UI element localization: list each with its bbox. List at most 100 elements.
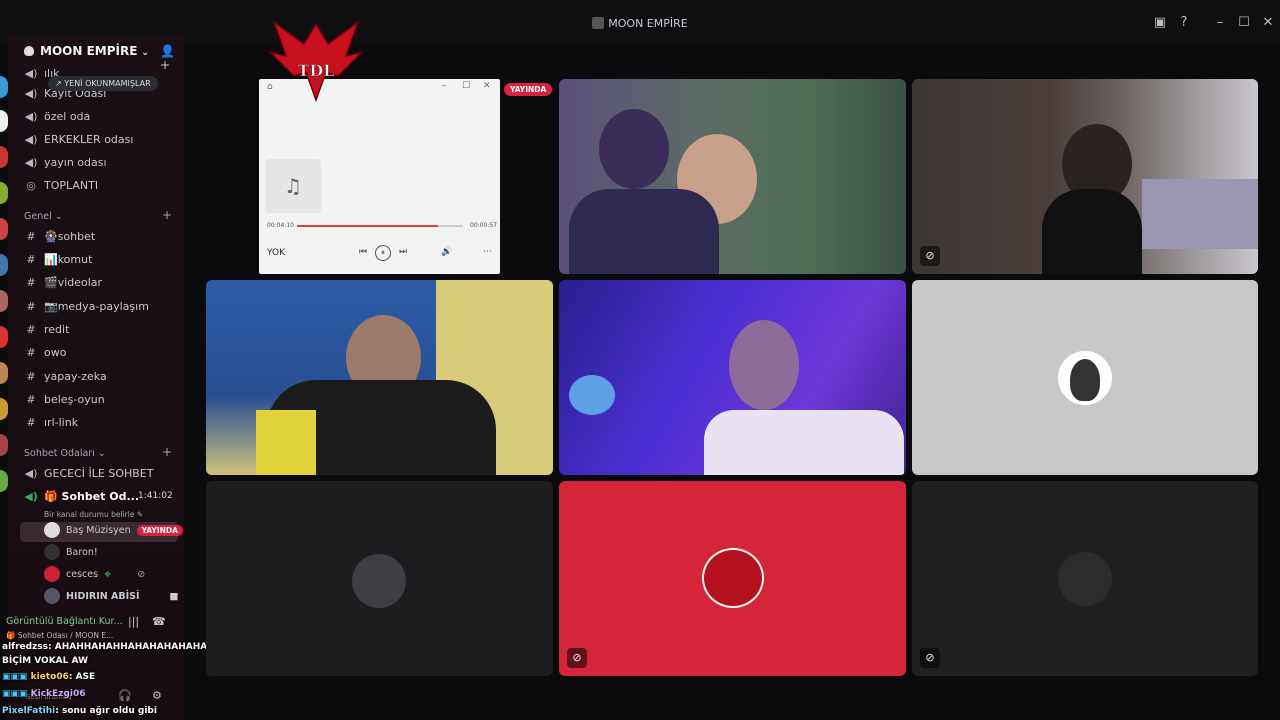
badge-icon: ❖	[104, 569, 112, 579]
server-icon[interactable]	[0, 76, 8, 98]
voice-icon: ◀)	[24, 155, 38, 169]
server-icon[interactable]	[0, 146, 8, 168]
hash-icon: #	[26, 299, 36, 313]
server-rail	[0, 46, 8, 656]
server-icon[interactable]	[0, 254, 8, 276]
channel-yapay-zeka[interactable]: # yapay-zeka	[24, 367, 106, 385]
participant-video	[569, 375, 615, 415]
channel-yayin-odasi[interactable]: ◀) yayın odası	[24, 153, 107, 171]
volume-icon[interactable]: 🔊	[441, 247, 452, 257]
stage-icon: ◎	[26, 178, 36, 192]
chat-line: ▣▣▣ kieto06: ASE	[2, 672, 96, 682]
player-minimize-button[interactable]: –	[442, 81, 447, 91]
server-icon[interactable]	[0, 182, 8, 204]
chat-line: BİÇİM VOKAL AW	[2, 656, 89, 666]
more-icon[interactable]: ⋯	[483, 247, 492, 257]
member-hidirin-abisi[interactable]: HIDIRIN ABİSİ ■	[44, 588, 179, 604]
channel-beles-oyun[interactable]: # beleş-oyun	[24, 390, 104, 408]
member-bas-muzisyen[interactable]: Baş Müzisyen YAYINDA	[44, 522, 183, 538]
window-title: MOON EMPİRE	[0, 17, 1280, 30]
server-icon[interactable]	[0, 218, 8, 240]
participant-video	[1142, 179, 1258, 249]
channel-ozel-oda[interactable]: ◀) özel oda	[24, 107, 91, 125]
channel-gececi-ile-sohbet[interactable]: ◀) GECECİ İLE SOHBET	[24, 464, 154, 482]
video-tile[interactable]	[206, 280, 553, 475]
hash-icon: #	[26, 252, 36, 266]
channel-redit[interactable]: # redit	[24, 320, 69, 338]
headphones-icon[interactable]: 🎧	[118, 686, 132, 704]
server-header[interactable]: MOON EMPİRE ⌄	[24, 44, 149, 58]
channel-toplanti[interactable]: ◎ TOPLANTI	[24, 176, 98, 194]
avatar	[44, 522, 60, 538]
close-button[interactable]: ✕	[1258, 15, 1278, 30]
add-channel-icon[interactable]: +	[162, 445, 172, 459]
svg-text:TDL: TDL	[297, 61, 334, 80]
hash-icon: #	[26, 415, 36, 429]
next-icon[interactable]: ⏭	[399, 247, 407, 257]
player-close-button[interactable]: ✕	[483, 81, 491, 91]
channel-sohbet-odasi[interactable]: ◀) 🎁 Sohbet Od...	[24, 487, 139, 505]
voice-icon: ◀)	[24, 86, 38, 100]
avatar	[44, 588, 60, 604]
server-icon[interactable]	[0, 290, 8, 312]
avatar	[702, 548, 764, 608]
member-cesces[interactable]: cesces ❖ ⊘	[44, 566, 145, 582]
add-channel-icon[interactable]: +	[162, 208, 172, 222]
server-icon[interactable]	[0, 110, 8, 132]
category-sohbet-odalari[interactable]: Sohbet Odaları ⌄	[24, 448, 106, 459]
participant-video	[1042, 189, 1142, 274]
server-icon[interactable]	[0, 362, 8, 384]
noise-icon[interactable]: |||	[128, 612, 139, 630]
channel-irl-link[interactable]: # ırl-link	[24, 413, 78, 431]
voice-icon: ◀)	[24, 489, 38, 503]
muted-icon: ⊘	[137, 568, 146, 580]
seek-fill	[297, 225, 439, 227]
player-maximize-button[interactable]: ☐	[462, 81, 470, 91]
video-tile[interactable]: ⊘	[912, 481, 1258, 676]
hash-icon: #	[26, 345, 36, 359]
muted-icon: ⊘	[920, 246, 940, 266]
participant-video	[729, 320, 799, 410]
pause-icon[interactable]: ⏸	[375, 245, 391, 261]
server-icon[interactable]	[0, 398, 8, 420]
category-genel[interactable]: Genel ⌄	[24, 211, 63, 222]
server-icon[interactable]	[0, 470, 8, 492]
channel-komut[interactable]: # 📊komut	[24, 250, 92, 268]
settings-gear-icon[interactable]: ⚙	[152, 686, 162, 704]
channel-videolar[interactable]: # 🎬videolar	[24, 273, 102, 291]
video-tile[interactable]	[912, 280, 1258, 475]
unread-pill[interactable]: ↗ YENİ OKUNMAMIŞLAR	[48, 76, 158, 91]
member-baron[interactable]: Baron!	[44, 544, 98, 560]
server-icon[interactable]	[0, 326, 8, 348]
participant-video	[256, 410, 316, 475]
video-tile[interactable]	[206, 481, 553, 676]
title-bar: MOON EMPİRE ▣ ? – ☐ ✕	[0, 0, 1280, 46]
hash-icon: #	[26, 275, 36, 289]
previous-icon[interactable]: ⏮	[359, 247, 367, 257]
channel-sohbet[interactable]: # 🎡sohbet	[24, 227, 95, 245]
video-tile[interactable]: ⊘	[559, 481, 906, 676]
inbox-icon[interactable]: ▣	[1150, 15, 1170, 30]
discord-app: MOON EMPİRE ▣ ? – ☐ ✕ MOON EMPİRE ⌄ 👤+ ◀)…	[0, 0, 1280, 720]
participant-video	[704, 410, 904, 475]
maximize-button[interactable]: ☐	[1234, 15, 1254, 30]
channel-status[interactable]: Bir kanal durumu belirle ✎	[44, 505, 143, 523]
avatar	[1058, 552, 1112, 606]
video-tile[interactable]: ⊘	[912, 79, 1258, 274]
voice-icon: ◀)	[24, 466, 38, 480]
minimize-button[interactable]: –	[1210, 15, 1230, 30]
hash-icon: #	[26, 322, 36, 336]
video-tile[interactable]	[559, 79, 906, 274]
invite-icon[interactable]: 👤+	[160, 44, 184, 72]
channel-owo[interactable]: # owo	[24, 343, 66, 361]
channel-erkekler-odasi[interactable]: ◀) ERKEKLER odası	[24, 130, 134, 148]
media-player-window[interactable]: ⌂ – ☐ ✕ ♫ 00:04:10 00:00:57 YOK ⏮ ⏸ ⏭ 🔊 …	[259, 79, 500, 274]
help-icon[interactable]: ?	[1174, 15, 1194, 30]
seek-bar[interactable]	[297, 225, 463, 227]
muted-icon: ⊘	[920, 648, 940, 668]
server-icon[interactable]	[0, 434, 8, 456]
channel-medya-paylasim[interactable]: # 📷medya-paylaşım	[24, 297, 149, 315]
participant-video	[599, 109, 669, 189]
video-tile[interactable]	[559, 280, 906, 475]
disconnect-icon[interactable]: ☎	[152, 612, 166, 630]
